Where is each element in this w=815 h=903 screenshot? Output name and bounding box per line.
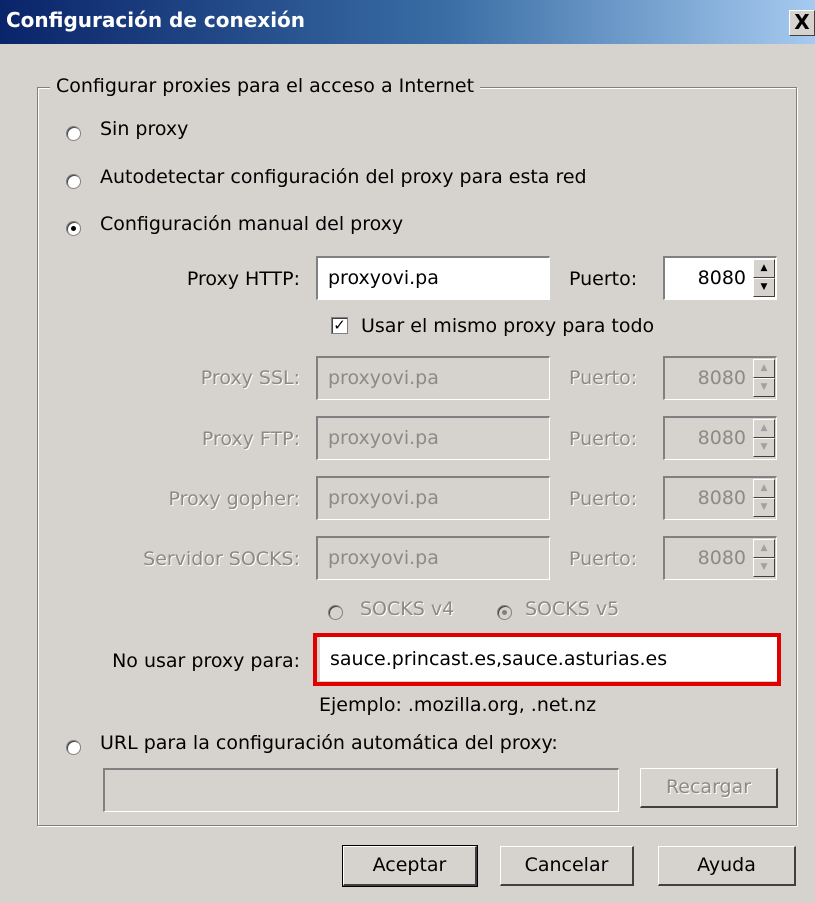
same-proxy-checkbox[interactable]: ✓	[331, 317, 348, 334]
spin-down-icon[interactable]: ▼	[753, 378, 775, 397]
no-proxy-example: Ejemplo: .mozilla.org, .net.nz	[319, 694, 597, 716]
highlight-annotation	[313, 633, 781, 686]
radio-socks-v4[interactable]	[328, 605, 343, 620]
ssl-port-value: 8080	[697, 367, 746, 389]
radio-manual-proxy-label[interactable]: Configuración manual del proxy	[100, 213, 403, 235]
cancel-button[interactable]: Cancelar	[500, 846, 634, 886]
http-proxy-input[interactable]: proxyovi.pa	[316, 256, 550, 300]
radio-auto-config-url[interactable]	[66, 740, 81, 755]
socks-port-value: 8080	[697, 547, 746, 569]
ssl-port-label: Puerto:	[569, 367, 638, 389]
radio-selected-dot	[71, 226, 76, 231]
groupbox-legend: Configurar proxies para el acceso a Inte…	[50, 75, 481, 97]
spin-up-icon[interactable]: ▲	[753, 359, 775, 378]
spin-up-icon[interactable]: ▲	[753, 479, 775, 498]
close-icon: X	[794, 10, 810, 34]
proxy-settings-dialog: Configuración de conexión X Configurar p…	[0, 0, 815, 903]
gopher-port-value: 8080	[697, 487, 746, 509]
http-port-label: Puerto:	[569, 268, 638, 290]
gopher-proxy-input[interactable]: proxyovi.pa	[316, 476, 550, 520]
spin-up-icon[interactable]: ▲	[753, 259, 775, 278]
auto-config-url-input[interactable]	[103, 768, 619, 812]
socks-port-label: Puerto:	[569, 548, 638, 570]
ftp-proxy-input[interactable]: proxyovi.pa	[316, 416, 550, 460]
http-proxy-label: Proxy HTTP:	[186, 268, 300, 290]
gopher-proxy-label: Proxy gopher:	[168, 488, 300, 510]
no-proxy-for-label: No usar proxy para:	[112, 650, 300, 672]
radio-auto-config-url-label[interactable]: URL para la configuración automática del…	[100, 732, 558, 754]
gopher-port-label: Puerto:	[569, 488, 638, 510]
ssl-proxy-input[interactable]: proxyovi.pa	[316, 356, 550, 400]
ftp-port-label: Puerto:	[569, 428, 638, 450]
ssl-proxy-label: Proxy SSL:	[200, 367, 300, 389]
ftp-port-stepper[interactable]: 8080 ▲ ▼	[663, 416, 777, 460]
radio-manual-proxy[interactable]	[66, 221, 81, 236]
socks-server-label: Servidor SOCKS:	[143, 548, 300, 570]
spin-down-icon[interactable]: ▼	[753, 278, 775, 297]
radio-socks-v5[interactable]	[497, 605, 512, 620]
accept-button[interactable]: Aceptar	[342, 845, 478, 887]
same-proxy-label[interactable]: Usar el mismo proxy para todo	[361, 315, 654, 337]
radio-socks-v4-label[interactable]: SOCKS v4	[360, 598, 454, 620]
ftp-proxy-label: Proxy FTP:	[201, 428, 300, 450]
spin-down-icon[interactable]: ▼	[753, 438, 775, 457]
help-button[interactable]: Ayuda	[658, 846, 796, 886]
reload-button[interactable]: Recargar	[640, 768, 778, 808]
http-port-stepper[interactable]: 8080 ▲ ▼	[663, 256, 777, 300]
http-port-value: 8080	[697, 267, 746, 289]
spin-up-icon[interactable]: ▲	[753, 419, 775, 438]
dialog-title: Configuración de conexión	[6, 8, 306, 32]
radio-no-proxy-label[interactable]: Sin proxy	[100, 118, 188, 140]
radio-autodetect[interactable]	[66, 174, 81, 189]
close-button[interactable]: X	[789, 10, 815, 36]
spin-down-icon[interactable]: ▼	[753, 558, 775, 577]
gopher-port-stepper[interactable]: 8080 ▲ ▼	[663, 476, 777, 520]
spin-down-icon[interactable]: ▼	[753, 498, 775, 517]
socks-port-stepper[interactable]: 8080 ▲ ▼	[663, 536, 777, 580]
spin-up-icon[interactable]: ▲	[753, 539, 775, 558]
radio-no-proxy[interactable]	[66, 126, 81, 141]
ftp-port-value: 8080	[697, 427, 746, 449]
socks-server-input[interactable]: proxyovi.pa	[316, 536, 550, 580]
ssl-port-stepper[interactable]: 8080 ▲ ▼	[663, 356, 777, 400]
radio-autodetect-label[interactable]: Autodetectar configuración del proxy par…	[100, 166, 587, 188]
title-bar[interactable]: Configuración de conexión X	[0, 0, 815, 44]
radio-socks-v5-label[interactable]: SOCKS v5	[525, 598, 619, 620]
radio-selected-dot	[502, 610, 507, 615]
